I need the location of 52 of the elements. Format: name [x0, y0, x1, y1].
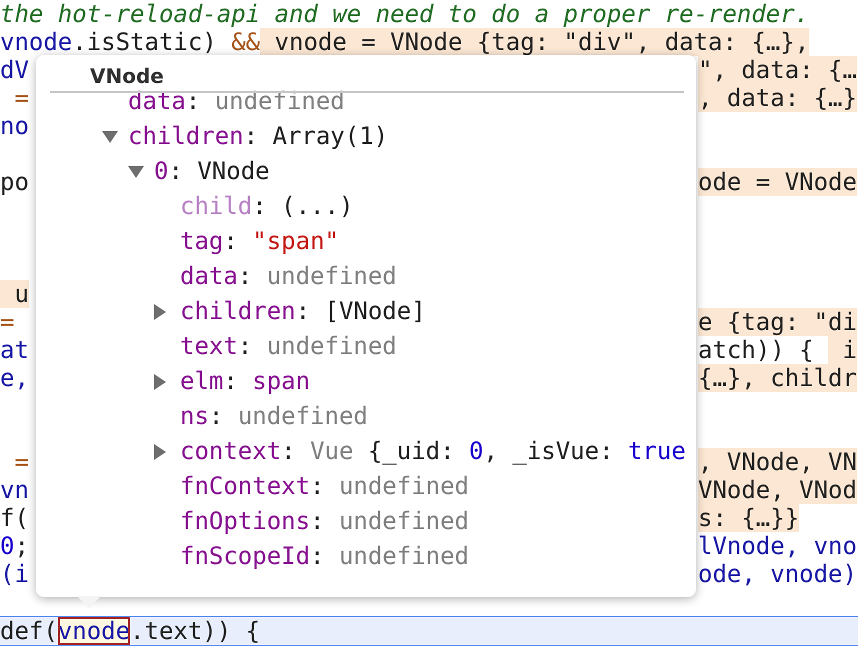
code-token: =: [13, 448, 29, 476]
code-token: =: [0, 308, 14, 336]
code-token: =: [13, 84, 29, 112]
code-token: , data: {…}: [698, 84, 857, 112]
code-token: ode, vnode): [698, 560, 857, 588]
property-entry: data: undefined: [180, 261, 397, 292]
code-token: no: [0, 112, 29, 140]
code-token: {…}, childr: [698, 364, 857, 392]
code-token: ode = VNode: [698, 168, 857, 196]
code-token: ", data: {…: [698, 56, 857, 84]
code-token: 0: [0, 532, 14, 560]
code-token: lVnode, vno: [698, 532, 857, 560]
code-token: u: [0, 280, 29, 308]
code-token: .isStatic): [72, 28, 218, 56]
code-token: vnode: [0, 28, 72, 56]
code-token: e,: [0, 364, 29, 392]
property-entry: fnContext: undefined: [180, 471, 469, 502]
code-token: s: {…}}: [698, 504, 800, 532]
property-entry: tag: "span": [180, 226, 339, 257]
code-token: def(: [0, 617, 58, 645]
property-entry: 0: VNode: [154, 156, 270, 187]
property-entry: context: Vue {_uid: 0, _isVue: true: [180, 436, 686, 467]
code-token: atch)) {: [698, 336, 815, 364]
triangle-right-icon[interactable]: [154, 304, 166, 320]
triangle-down-icon[interactable]: [128, 166, 144, 178]
triangle-right-icon[interactable]: [154, 444, 166, 460]
property-entry: children: [VNode]: [180, 296, 426, 327]
triangle-down-icon[interactable]: [102, 130, 118, 142]
code-token: vn: [0, 476, 29, 504]
code-token: VNode, VNod: [698, 476, 857, 504]
property-entry: elm: span: [180, 366, 310, 397]
code-token: po: [0, 168, 29, 196]
code-token: e {tag: "di: [698, 308, 857, 336]
code-token: dV: [0, 56, 29, 84]
code-token: vnode: [58, 617, 130, 645]
code-token: , VNode, VN: [698, 448, 857, 476]
code-token: &&: [231, 28, 260, 56]
property-entry: ns: undefined: [180, 401, 368, 432]
property-entry: fnScopeId: undefined: [180, 541, 469, 572]
code-token: i: [828, 336, 857, 364]
property-entry: fnOptions: undefined: [180, 506, 469, 537]
property-entry: children: Array(1): [128, 121, 388, 152]
property-entry: text: undefined: [180, 331, 397, 362]
property-entry: child: (...): [180, 191, 354, 222]
code-token: (i: [0, 560, 29, 588]
code-token: vnode = VNode {tag: "div", data: {…},: [260, 28, 810, 56]
code-token: ;: [14, 532, 29, 560]
code-token: f(: [0, 504, 29, 532]
code-comment: the hot-reload-api and we need to do a proper re-render.: [0, 0, 810, 28]
triangle-right-icon[interactable]: [154, 374, 166, 390]
code-token: at: [0, 336, 29, 364]
code-token: .text)) {: [130, 617, 260, 645]
